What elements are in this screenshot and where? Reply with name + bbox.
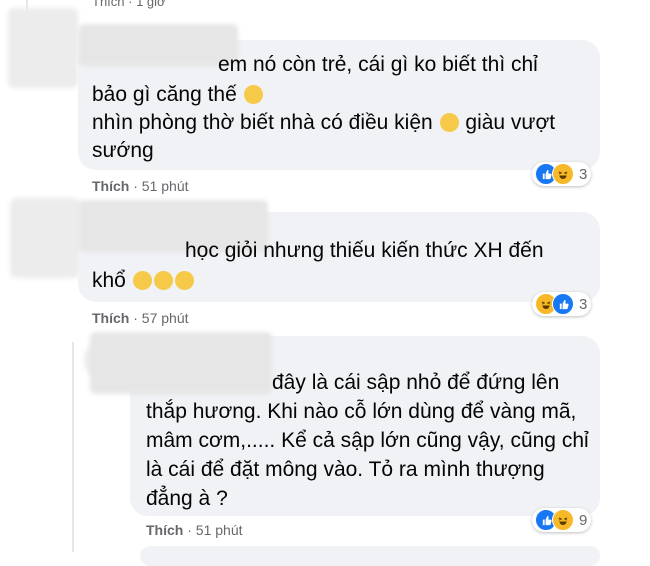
comment-text-line: là cái để đặt mông vào. Tỏ ra mình thượn… <box>146 458 545 481</box>
haha-icon <box>552 509 574 531</box>
comment-text-line: em nó còn trẻ, cái gì ko biết thì chỉ <box>218 53 538 76</box>
avatar-blurred <box>8 8 78 88</box>
comment-text-line: bảo gì căng thế <box>92 80 264 110</box>
reaction-summary[interactable]: 9 <box>532 508 592 532</box>
like-link[interactable]: Thích <box>146 522 183 538</box>
comment-meta: Thích · 51 phút <box>146 522 243 538</box>
reaction-summary[interactable]: 3 <box>532 292 592 316</box>
reaction-count: 3 <box>579 295 588 313</box>
comment-time[interactable]: 51 phút <box>196 522 243 538</box>
comment-text-line: đây là cái sập nhỏ để đứng lên <box>272 371 560 394</box>
comment-meta: Thích · 51 phút <box>92 178 189 194</box>
comment-text-line: học giỏi nhưng thiếu kiến thức XH đến <box>185 239 544 262</box>
comment-text-line: sướng <box>92 139 154 162</box>
comment-meta: Thích · 57 phút <box>92 310 189 326</box>
laughing-emoji-icon <box>153 271 173 290</box>
like-icon <box>552 293 574 315</box>
haha-icon <box>552 163 574 185</box>
comment-time[interactable]: 51 phút <box>142 178 189 194</box>
author-name-blurred <box>90 332 272 394</box>
comment-time[interactable]: 57 phút <box>142 310 189 326</box>
top-time-text: Thích · 1 giờ <box>92 0 166 9</box>
laughing-emoji-icon <box>174 271 194 290</box>
smile-emoji-icon <box>243 85 263 104</box>
laughing-emoji-icon <box>132 271 152 290</box>
next-comment-bubble <box>140 546 600 566</box>
reaction-summary[interactable]: 3 <box>532 162 592 186</box>
rolling-eyes-emoji-icon <box>439 113 459 132</box>
comment-text-line: khổ <box>92 266 195 296</box>
like-link[interactable]: Thích <box>92 310 129 326</box>
reaction-count: 9 <box>579 511 588 529</box>
comment-text-line: mâm cơm,..... Kể cả sập lớn cũng vậy, cũ… <box>146 429 589 452</box>
reaction-count: 3 <box>579 165 588 183</box>
thread-line <box>72 342 74 552</box>
like-link[interactable]: Thích <box>92 178 129 194</box>
comment-text-line: đẳng à ? <box>146 487 228 510</box>
avatar-blurred <box>10 198 80 278</box>
author-name-blurred <box>78 24 238 66</box>
comment-text-line: thắp hương. Khi nào cỗ lớn dùng để vàng … <box>146 400 577 423</box>
comment-text-line: nhìn phòng thờ biết nhà có điều kiện già… <box>92 111 556 134</box>
